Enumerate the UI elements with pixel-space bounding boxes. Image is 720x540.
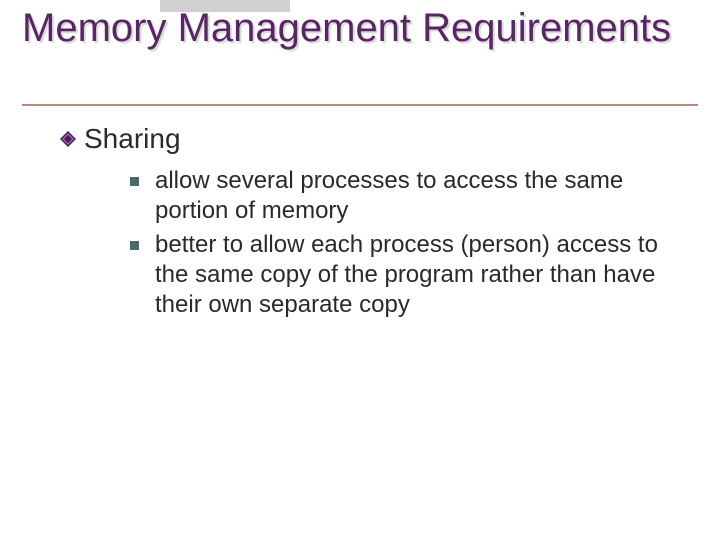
list-item: better to allow each process (person) ac…	[130, 230, 680, 320]
section-heading-row: Sharing	[60, 122, 680, 156]
square-bullet-icon	[130, 241, 139, 250]
list-item: allow several processes to access the sa…	[130, 166, 680, 226]
bullet-text: better to allow each process (person) ac…	[155, 230, 675, 320]
square-bullet-icon	[130, 177, 139, 186]
title-underline	[22, 104, 698, 106]
slide-body: Sharing allow several processes to acces…	[60, 122, 680, 324]
section-heading: Sharing	[84, 122, 181, 156]
slide-title: Memory Management Requirements	[22, 6, 690, 51]
slide: Memory Management Requirements Sharing a…	[0, 0, 720, 540]
bullet-text: allow several processes to access the sa…	[155, 166, 675, 226]
bullet-list: allow several processes to access the sa…	[130, 166, 680, 320]
diamond-bullet-icon	[60, 131, 76, 152]
